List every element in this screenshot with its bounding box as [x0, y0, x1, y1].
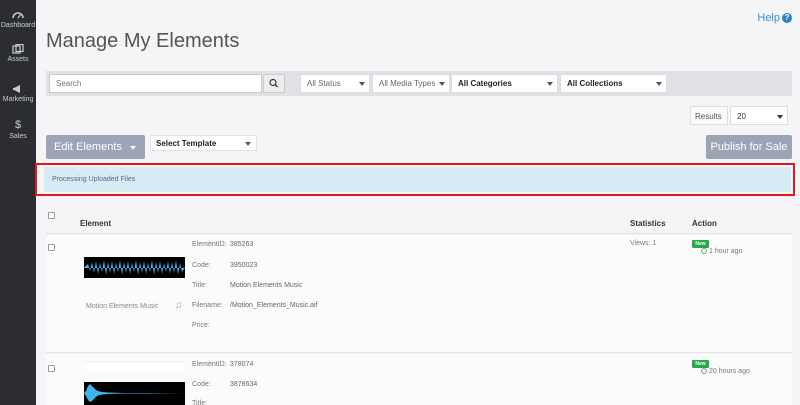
sidebar-item-assets[interactable]: Assets: [0, 44, 36, 63]
time-ago-text: 20 hours ago: [709, 368, 750, 375]
collections-select-value: All Collections: [567, 79, 623, 88]
search-input[interactable]: [49, 74, 262, 93]
element-id-value: 378074: [230, 361, 254, 368]
filename-label: Filename:: [192, 302, 223, 309]
table-row: [46, 235, 792, 353]
code-value: 3878634: [230, 381, 258, 388]
dollar-icon: $: [14, 119, 22, 131]
code-label: Code:: [192, 262, 211, 269]
sidebar-item-dashboard[interactable]: Dashboard: [0, 10, 36, 29]
status-select-value: All Status: [307, 79, 341, 88]
megaphone-icon: [13, 85, 20, 93]
title-value: Motion Elements Music: [230, 282, 303, 289]
waveform-top-margin: [84, 361, 185, 370]
results-per-page-select[interactable]: 20: [730, 106, 788, 125]
results-label: Results: [690, 106, 728, 125]
assets-icon: [12, 44, 24, 54]
categories-select[interactable]: All Categories: [451, 74, 558, 93]
new-badge: New: [692, 240, 709, 248]
title-label: Title:: [192, 282, 207, 289]
new-badge: New: [692, 360, 709, 368]
sidebar-item-label: Assets: [7, 56, 29, 63]
title-label: Title:: [192, 400, 207, 405]
table-header: [46, 210, 792, 234]
page-title: Manage My Elements: [46, 30, 240, 52]
views-count: Views: 1: [630, 240, 657, 247]
element-column-header: Element: [80, 219, 112, 228]
collections-select[interactable]: All Collections: [560, 74, 667, 93]
caret-down-icon: [359, 82, 365, 86]
help-label: Help: [757, 12, 780, 24]
element-id-value: 385263: [230, 241, 254, 248]
caret-down-icon: [777, 115, 783, 119]
code-value: 3950023: [230, 262, 258, 269]
template-select[interactable]: Select Template: [150, 135, 257, 151]
waveform-icon: [84, 384, 185, 402]
media-types-select[interactable]: All Media Types: [372, 74, 450, 93]
waveform-preview[interactable]: [84, 382, 185, 405]
help-icon: ?: [782, 13, 792, 23]
time-ago: 20 hours ago: [701, 368, 750, 375]
statistics-column-header: Statistics: [630, 219, 666, 228]
filename-value: /Motion_Elements_Music.aif: [230, 302, 318, 309]
template-select-value: Select Template: [156, 139, 217, 148]
help-link[interactable]: Help?: [757, 12, 792, 24]
dashboard-icon: [12, 12, 24, 19]
caret-down-icon: [547, 82, 553, 86]
results-value: 20: [737, 112, 746, 121]
element-id-label: ElementID:: [192, 241, 227, 248]
clock-icon: [701, 248, 707, 254]
select-all-checkbox[interactable]: [48, 212, 55, 219]
time-ago: 1 hour ago: [701, 248, 742, 255]
search-icon: [269, 78, 278, 88]
publish-for-sale-button[interactable]: Publish for Sale: [706, 135, 792, 159]
search-button[interactable]: [263, 74, 285, 93]
caret-down-icon: [130, 146, 136, 150]
element-id-label: ElementID:: [192, 361, 227, 368]
time-ago-text: 1 hour ago: [709, 248, 743, 255]
action-column-header: Action: [692, 219, 717, 228]
categories-select-value: All Categories: [458, 79, 512, 88]
waveform-icon: [84, 260, 185, 275]
caret-down-icon: [245, 142, 251, 146]
waveform-preview[interactable]: [84, 257, 185, 278]
sidebar: Dashboard Assets Marketing $ Sales: [0, 0, 36, 405]
sidebar-item-label: Marketing: [2, 96, 34, 103]
sidebar-item-marketing[interactable]: Marketing: [0, 84, 36, 103]
sidebar-item-sales[interactable]: $ Sales: [0, 119, 36, 140]
status-select[interactable]: All Status: [300, 74, 370, 93]
sidebar-item-label: Dashboard: [0, 22, 36, 29]
code-label: Code:: [192, 381, 211, 388]
row-checkbox[interactable]: [48, 244, 55, 251]
edit-elements-label: Edit Elements: [54, 141, 122, 153]
processing-message: Processing Uploaded Files: [44, 167, 791, 192]
price-label: Price:: [192, 322, 210, 329]
sidebar-item-label: Sales: [9, 133, 27, 140]
row-checkbox[interactable]: [48, 365, 55, 372]
waveform-title: Motion Elements Music: [86, 303, 159, 310]
edit-elements-button[interactable]: Edit Elements: [46, 135, 145, 159]
media-types-select-value: All Media Types: [379, 79, 436, 88]
caret-down-icon: [656, 82, 662, 86]
clock-icon: [701, 368, 707, 374]
music-note-icon: ♫: [175, 300, 183, 311]
caret-down-icon: [439, 82, 445, 86]
